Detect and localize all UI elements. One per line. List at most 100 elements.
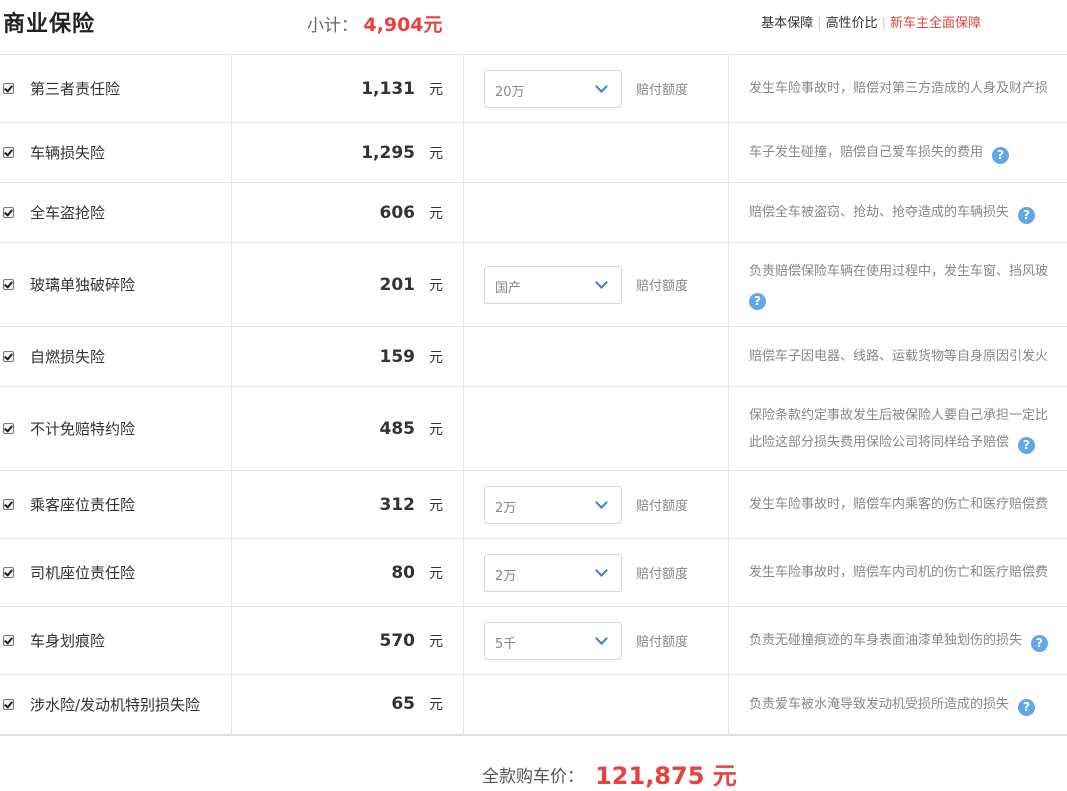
checkbox-checked-icon[interactable] [3,147,14,158]
chevron-down-icon [595,496,608,509]
description-line: 发生车险事故时，赔偿对第三方造成的人身及财产损 [749,75,1067,102]
description-text: 发生车险事故时，赔偿对第三方造成的人身及财产损 [749,81,1048,96]
coverage-select[interactable]: 2万 [484,554,622,592]
coverage-option: 国产赔付额度 [464,266,728,304]
coverage-cell: 国产赔付额度 [464,243,729,327]
insurance-price-cell: 159元 [232,327,464,387]
question-circle-icon[interactable]: ? [1018,699,1035,716]
description-line: 发生车险事故时，赔偿车内乘客的伤亡和医疗赔偿费 [749,491,1067,518]
insurance-price-wrap: 570 元 [232,631,463,651]
checkbox-checked-icon[interactable] [3,351,14,362]
coverage-select-value: 2万 [495,565,516,584]
coverage-select[interactable]: 2万 [484,486,622,524]
description-cell: 负责赔偿保险车辆在使用过程中，发生车窗、挡风玻? [729,243,1067,327]
insurance-price-cell: 1,131元 [232,55,464,123]
description-text: 发生车险事故时，赔偿车内乘客的伤亡和医疗赔偿费 [749,497,1048,512]
price-unit: 元 [429,422,443,438]
insurance-name-wrap: 第三者责任险 [0,78,231,99]
price-unit: 元 [429,566,443,582]
coverage-select[interactable]: 20万 [484,70,622,108]
description-text: 负责爱车被水淹导致发动机受损所造成的损失 [749,697,1009,712]
total-price-value: 121,875 元 [595,762,737,790]
price-unit: 元 [429,697,443,713]
checkbox-checked-icon[interactable] [3,423,14,434]
insurance-price-cell: 570 元 [232,607,464,675]
description-cell: 车子发生碰撞，赔偿自己爱车损失的费用? [729,123,1067,183]
coverage-label: 赔付额度 [636,79,688,98]
insurance-price: 159 [380,347,416,367]
checkbox-checked-icon[interactable] [3,279,14,290]
insurance-price: 65 [391,694,415,714]
coverage-cell: 5千 赔付额度 [464,607,729,675]
insurance-price: 1,131 [361,79,415,99]
insurance-price: 80 [391,563,415,583]
price-unit: 元 [429,278,443,294]
insurance-price-cell: 65 元 [232,675,464,735]
description-cell: 发生车险事故时，赔偿对第三方造成的人身及财产损 [729,55,1067,123]
insurance-price: 485 [380,419,416,439]
chevron-down-icon [595,276,608,289]
price-unit: 元 [429,498,443,514]
coverage-select[interactable]: 国产 [484,266,622,304]
insurance-price-wrap: 65 元 [232,694,463,714]
plan-full-link[interactable]: 新车主全面保障 [890,16,981,31]
insurance-name: 不计免赔特约险 [30,418,135,439]
coverage-select-value: 5千 [495,633,516,652]
plan-value-link[interactable]: 高性价比 [826,16,878,31]
description-line: 赔偿车子因电器、线路、运载货物等自身原因引发火 [749,343,1067,370]
insurance-name-cell: 乘客座位责任险 [0,471,232,539]
coverage-select[interactable]: 5千 [484,622,622,660]
checkbox-checked-icon[interactable] [3,83,14,94]
chevron-down-icon [595,564,608,577]
insurance-name-wrap: 司机座位责任险 [0,562,231,583]
insurance-price: 201 [380,275,416,295]
question-circle-icon[interactable]: ? [1018,437,1035,454]
insurance-name: 司机座位责任险 [30,562,135,583]
description-line: 保险条款约定事故发生后被保险人要自己承担一定比 [749,402,1067,429]
insurance-row: 车辆损失险1,295元 车子发生碰撞，赔偿自己爱车损失的费用? [0,123,1067,183]
subtotal-value: 4,904元 [363,14,442,36]
insurance-name-wrap: 车辆损失险 [0,142,231,163]
insurance-price-wrap: 1,295元 [232,143,463,163]
coverage-label: 赔付额度 [636,631,688,650]
question-circle-icon[interactable]: ? [992,147,1009,164]
total-price: 全款购车价： 121,875 元 [482,756,737,791]
description-text: 赔偿车子因电器、线路、运载货物等自身原因引发火 [749,349,1048,364]
insurance-price: 570 [380,631,416,651]
insurance-row: 第三者责任险1,131元 20万赔付额度 发生车险事故时，赔偿对第三方造成的人身及财… [0,55,1067,123]
insurance-name-wrap: 自燃损失险 [0,346,231,367]
insurance-name-cell: 不计免赔特约险 [0,387,232,471]
insurance-name-wrap: 玻璃单独破碎险 [0,274,231,295]
coverage-cell: 2万赔付额度 [464,539,729,607]
question-circle-icon[interactable]: ? [1018,207,1035,224]
insurance-price-cell: 201 元 [232,243,464,327]
insurance-name-wrap: 涉水险/发动机特别损失险 [0,694,231,715]
coverage-option: 2万赔付额度 [464,486,728,524]
plan-basic-link[interactable]: 基本保障 [761,16,813,31]
insurance-name-cell: 全车盗抢险 [0,183,232,243]
subtotal-label: 小计： [307,16,358,36]
insurance-row: 车身划痕险570元5千赔付额度负责无碰撞痕迹的车身表面油漆单独划伤的损失? [0,607,1067,675]
question-circle-icon[interactable]: ? [749,293,766,310]
insurance-table: 第三者责任险1,131元20万赔付额度发生车险事故时，赔偿对第三方造成的人身及财… [0,54,1067,736]
checkbox-checked-icon[interactable] [3,699,14,710]
question-circle-icon[interactable]: ? [1031,635,1048,652]
checkbox-checked-icon[interactable] [3,567,14,578]
coverage-select-value: 国产 [495,277,521,296]
checkbox-checked-icon[interactable] [3,499,14,510]
description-cell: 赔偿车子因电器、线路、运载货物等自身原因引发火 [729,327,1067,387]
insurance-name-cell: 司机座位责任险 [0,539,232,607]
checkbox-checked-icon[interactable] [3,635,14,646]
description-cell: 赔偿全车被盗窃、抢劫、抢夺造成的车辆损失? [729,183,1067,243]
chevron-down-icon [595,80,608,93]
checkbox-checked-icon[interactable] [3,207,14,218]
coverage-cell [464,675,729,735]
coverage-cell [464,183,729,243]
insurance-row: 司机座位责任险80元2万赔付额度发生车险事故时，赔偿车内司机的伤亡和医疗赔偿费 [0,539,1067,607]
description-line: ? [749,285,1067,312]
subtotal: 小计： 4,904元 [307,10,443,37]
price-unit: 元 [429,634,443,650]
description-text: 此险这部分损失费用保险公司将同样给予赔偿 [749,435,1009,450]
plan-divider: | [813,16,825,31]
description-line: 此险这部分损失费用保险公司将同样给予赔偿? [749,429,1067,456]
